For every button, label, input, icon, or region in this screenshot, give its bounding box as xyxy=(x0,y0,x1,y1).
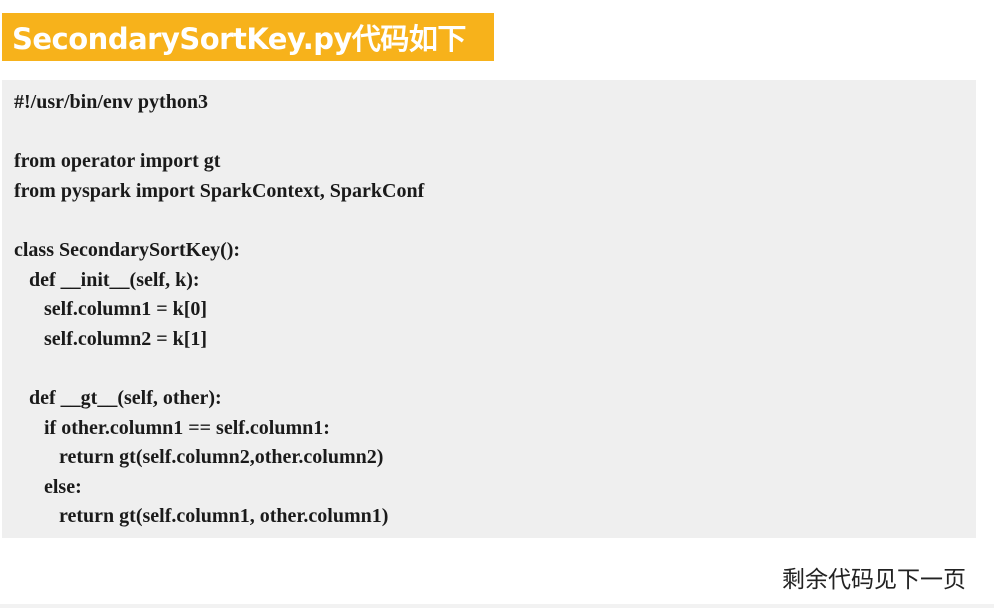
code-line: else: xyxy=(14,475,82,498)
title-banner: SecondarySortKey.py代码如下 xyxy=(2,13,494,61)
code-line: self.column2 = k[1] xyxy=(14,327,208,350)
code-line: class SecondarySortKey(): xyxy=(14,238,241,261)
code-line: #!/usr/bin/env python3 xyxy=(14,91,208,113)
code-line: from operator import gt xyxy=(14,150,221,173)
code-line: def __init__(self, k): xyxy=(14,268,200,291)
code-line: from pyspark import SparkContext, SparkC… xyxy=(14,179,425,202)
code-block: #!/usr/bin/env python3 from operator imp… xyxy=(2,80,976,538)
code-line: return gt(self.column2,other.column2) xyxy=(14,446,384,469)
code-line: def __gt__(self, other): xyxy=(14,386,222,409)
bottom-divider xyxy=(0,604,994,608)
code-line: if other.column1 == self.column1: xyxy=(14,416,330,439)
slide-title: SecondarySortKey.py代码如下 xyxy=(12,22,466,56)
continued-note: 剩余代码见下一页 xyxy=(782,567,966,593)
code-line: self.column1 = k[0] xyxy=(14,298,208,321)
code-line: return gt(self.column1, other.column1) xyxy=(14,505,389,528)
